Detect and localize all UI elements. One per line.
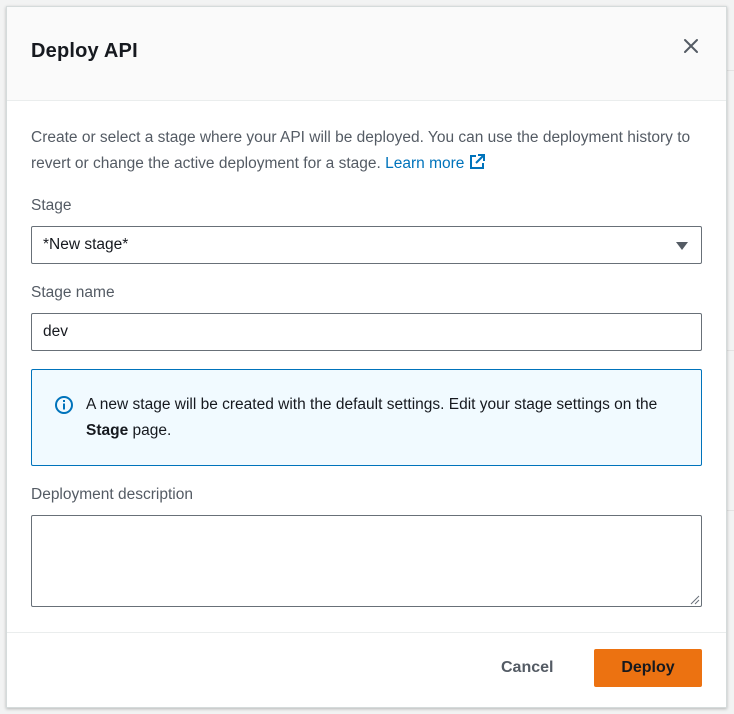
learn-more-label: Learn more [385,155,465,172]
resize-grip-icon[interactable] [688,593,700,605]
alert-stage-bold: Stage [86,422,129,439]
external-link-icon [470,154,486,169]
stage-name-input[interactable]: dev [31,313,702,351]
close-button[interactable] [680,35,702,57]
stage-select[interactable]: *New stage* [31,226,702,264]
caret-down-icon [676,242,688,250]
alert-text-before: A new stage will be created with the def… [86,396,658,413]
close-icon [684,39,698,53]
info-icon [55,396,73,414]
info-alert-text: A new stage will be created with the def… [86,392,681,465]
stage-select-value: *New stage* [43,236,129,253]
alert-text-after: page. [128,422,172,439]
modal-body: Create or select a stage where your API … [7,101,726,632]
modal-header: Deploy API [7,7,726,101]
deployment-description-textarea[interactable] [31,515,702,607]
deploy-api-modal: Deploy API Create or select a stage wher… [6,6,727,708]
intro-text: Create or select a stage where your API … [31,129,691,172]
modal-title: Deploy API [31,40,138,62]
cancel-button[interactable]: Cancel [487,649,567,687]
intro-paragraph: Create or select a stage where your API … [31,125,702,177]
deployment-description-label: Deployment description [31,486,193,503]
info-alert: A new stage will be created with the def… [31,369,702,466]
learn-more-link[interactable]: Learn more [385,154,486,172]
deploy-button[interactable]: Deploy [594,649,702,687]
modal-footer: Cancel Deploy [7,632,726,707]
stage-name-label: Stage name [31,284,115,301]
stage-label: Stage [31,197,72,214]
stage-name-value: dev [43,323,68,340]
